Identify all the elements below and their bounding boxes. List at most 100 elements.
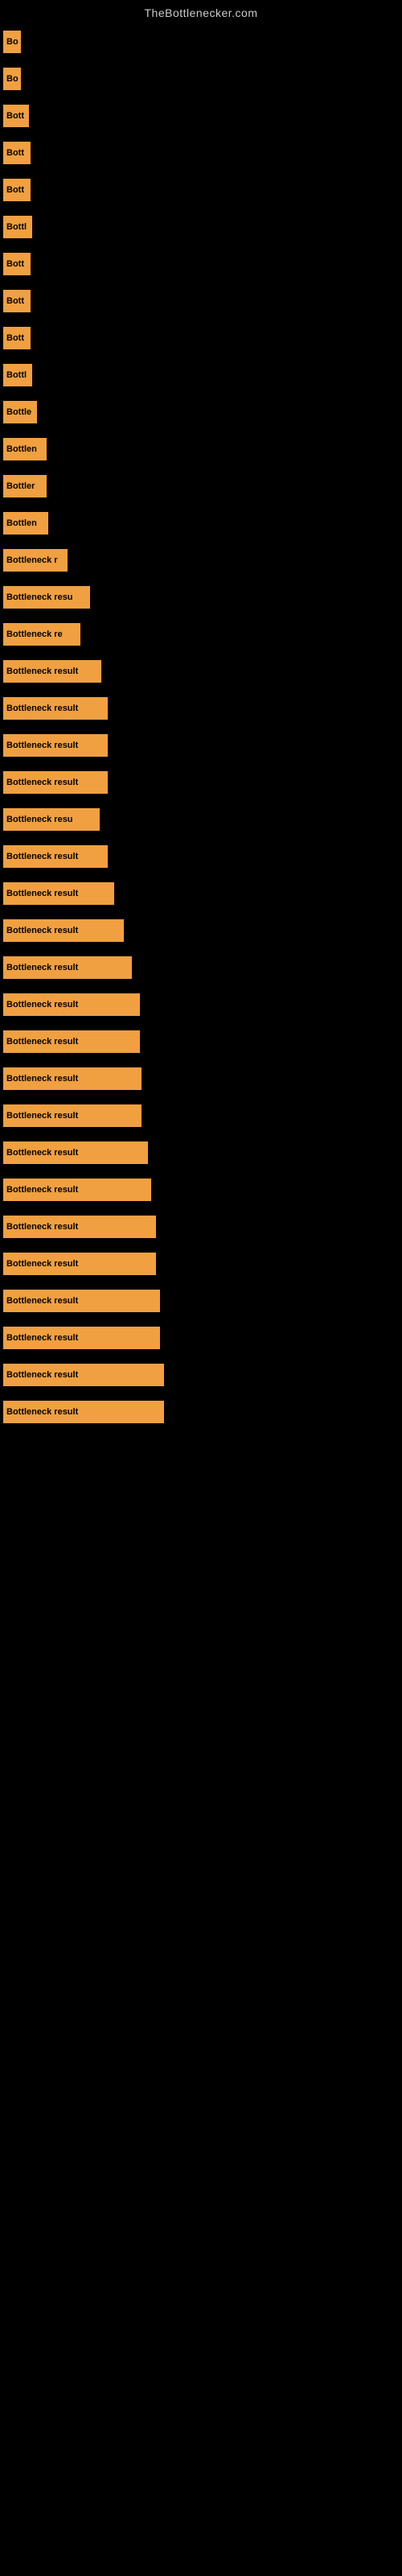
bar-18: Bottleneck result xyxy=(3,697,108,720)
bar-row: Bottlen xyxy=(0,512,402,535)
bar-10: Bottle xyxy=(3,401,37,423)
bar-row: Bottleneck result xyxy=(0,1327,402,1349)
bar-14: Bottleneck r xyxy=(3,549,68,572)
site-title: TheBottlenecker.com xyxy=(0,0,402,23)
bar-row: Bottleneck resu xyxy=(0,586,402,609)
bar-row: Bottleneck result xyxy=(0,660,402,683)
bar-row: Bottleneck result xyxy=(0,1253,402,1275)
bar-29: Bottleneck result xyxy=(3,1104,142,1127)
bar-label-31: Bottleneck result xyxy=(6,1185,78,1195)
bar-row: Bott xyxy=(0,179,402,201)
bar-9: Bottl xyxy=(3,364,32,386)
bar-35: Bottleneck result xyxy=(3,1327,160,1349)
bar-17: Bottleneck result xyxy=(3,660,101,683)
bar-row: Bott xyxy=(0,253,402,275)
bar-label-29: Bottleneck result xyxy=(6,1111,78,1121)
bar-25: Bottleneck result xyxy=(3,956,132,979)
bar-row: Bottleneck result xyxy=(0,845,402,868)
bar-row: Bottleneck result xyxy=(0,1216,402,1238)
bar-label-37: Bottleneck result xyxy=(6,1407,78,1417)
bar-label-25: Bottleneck result xyxy=(6,963,78,972)
bar-label-7: Bott xyxy=(6,296,24,306)
bar-label-4: Bott xyxy=(6,185,24,195)
bar-row: Bottleneck re xyxy=(0,623,402,646)
bar-label-6: Bott xyxy=(6,259,24,269)
bar-label-18: Bottleneck result xyxy=(6,704,78,713)
bar-34: Bottleneck result xyxy=(3,1290,160,1312)
bar-row: Bott xyxy=(0,142,402,164)
bar-label-15: Bottleneck resu xyxy=(6,592,73,602)
bar-label-10: Bottle xyxy=(6,407,31,417)
bar-8: Bott xyxy=(3,327,31,349)
bar-label-2: Bott xyxy=(6,111,24,121)
bar-row: Bottleneck r xyxy=(0,549,402,572)
bar-label-1: Bo xyxy=(6,74,18,84)
bar-31: Bottleneck result xyxy=(3,1179,151,1201)
bar-label-35: Bottleneck result xyxy=(6,1333,78,1343)
bar-32: Bottleneck result xyxy=(3,1216,156,1238)
bar-23: Bottleneck result xyxy=(3,882,114,905)
bar-row: Bottleneck result xyxy=(0,882,402,905)
bar-27: Bottleneck result xyxy=(3,1030,140,1053)
bar-24: Bottleneck result xyxy=(3,919,124,942)
bar-0: Bo xyxy=(3,31,21,53)
bar-row: Bottleneck result xyxy=(0,1290,402,1312)
bar-row: Bottleneck result xyxy=(0,697,402,720)
bar-row: Bottl xyxy=(0,364,402,386)
bar-15: Bottleneck resu xyxy=(3,586,90,609)
bar-12: Bottler xyxy=(3,475,47,497)
bar-label-28: Bottleneck result xyxy=(6,1074,78,1084)
bar-row: Bott xyxy=(0,105,402,127)
bar-row: Bottleneck result xyxy=(0,1364,402,1386)
bar-row: Bott xyxy=(0,290,402,312)
bar-row: Bottleneck result xyxy=(0,919,402,942)
bar-row: Bottleneck result xyxy=(0,1141,402,1164)
bar-row: Bottleneck result xyxy=(0,1067,402,1090)
bar-label-9: Bottl xyxy=(6,370,27,380)
bar-36: Bottleneck result xyxy=(3,1364,164,1386)
bar-label-33: Bottleneck result xyxy=(6,1259,78,1269)
bar-20: Bottleneck result xyxy=(3,771,108,794)
bar-5: Bottl xyxy=(3,216,32,238)
bar-row: Bo xyxy=(0,68,402,90)
bar-label-17: Bottleneck result xyxy=(6,667,78,676)
bar-row: Bottleneck result xyxy=(0,993,402,1016)
bar-2: Bott xyxy=(3,105,29,127)
bar-label-26: Bottleneck result xyxy=(6,1000,78,1009)
bar-row: Bottle xyxy=(0,401,402,423)
bar-row: Bottl xyxy=(0,216,402,238)
bar-3: Bott xyxy=(3,142,31,164)
bar-label-27: Bottleneck result xyxy=(6,1037,78,1046)
bar-row: Bottleneck result xyxy=(0,734,402,757)
bar-row: Bo xyxy=(0,31,402,53)
bar-label-5: Bottl xyxy=(6,222,27,232)
bar-row: Bottler xyxy=(0,475,402,497)
bar-label-34: Bottleneck result xyxy=(6,1296,78,1306)
bar-row: Bott xyxy=(0,327,402,349)
bar-21: Bottleneck resu xyxy=(3,808,100,831)
bar-4: Bott xyxy=(3,179,31,201)
bar-11: Bottlen xyxy=(3,438,47,460)
bar-label-36: Bottleneck result xyxy=(6,1370,78,1380)
bar-label-32: Bottleneck result xyxy=(6,1222,78,1232)
bar-row: Bottleneck result xyxy=(0,956,402,979)
bar-label-14: Bottleneck r xyxy=(6,555,58,565)
bar-13: Bottlen xyxy=(3,512,48,535)
bar-row: Bottleneck result xyxy=(0,1104,402,1127)
bar-row: Bottleneck resu xyxy=(0,808,402,831)
bar-label-30: Bottleneck result xyxy=(6,1148,78,1158)
bar-row: Bottleneck result xyxy=(0,1030,402,1053)
bar-row: Bottleneck result xyxy=(0,1401,402,1423)
bar-label-11: Bottlen xyxy=(6,444,37,454)
bar-label-13: Bottlen xyxy=(6,518,37,528)
bar-label-0: Bo xyxy=(6,37,18,47)
bar-label-24: Bottleneck result xyxy=(6,926,78,935)
bar-row: Bottlen xyxy=(0,438,402,460)
bar-label-16: Bottleneck re xyxy=(6,630,63,639)
bar-22: Bottleneck result xyxy=(3,845,108,868)
bar-label-20: Bottleneck result xyxy=(6,778,78,787)
bar-28: Bottleneck result xyxy=(3,1067,142,1090)
bars-container: Bo Bo Bott Bott Bott Bottl Bott Bott Bott Bottl Bo… xyxy=(0,23,402,1423)
bar-label-3: Bott xyxy=(6,148,24,158)
bar-26: Bottleneck result xyxy=(3,993,140,1016)
